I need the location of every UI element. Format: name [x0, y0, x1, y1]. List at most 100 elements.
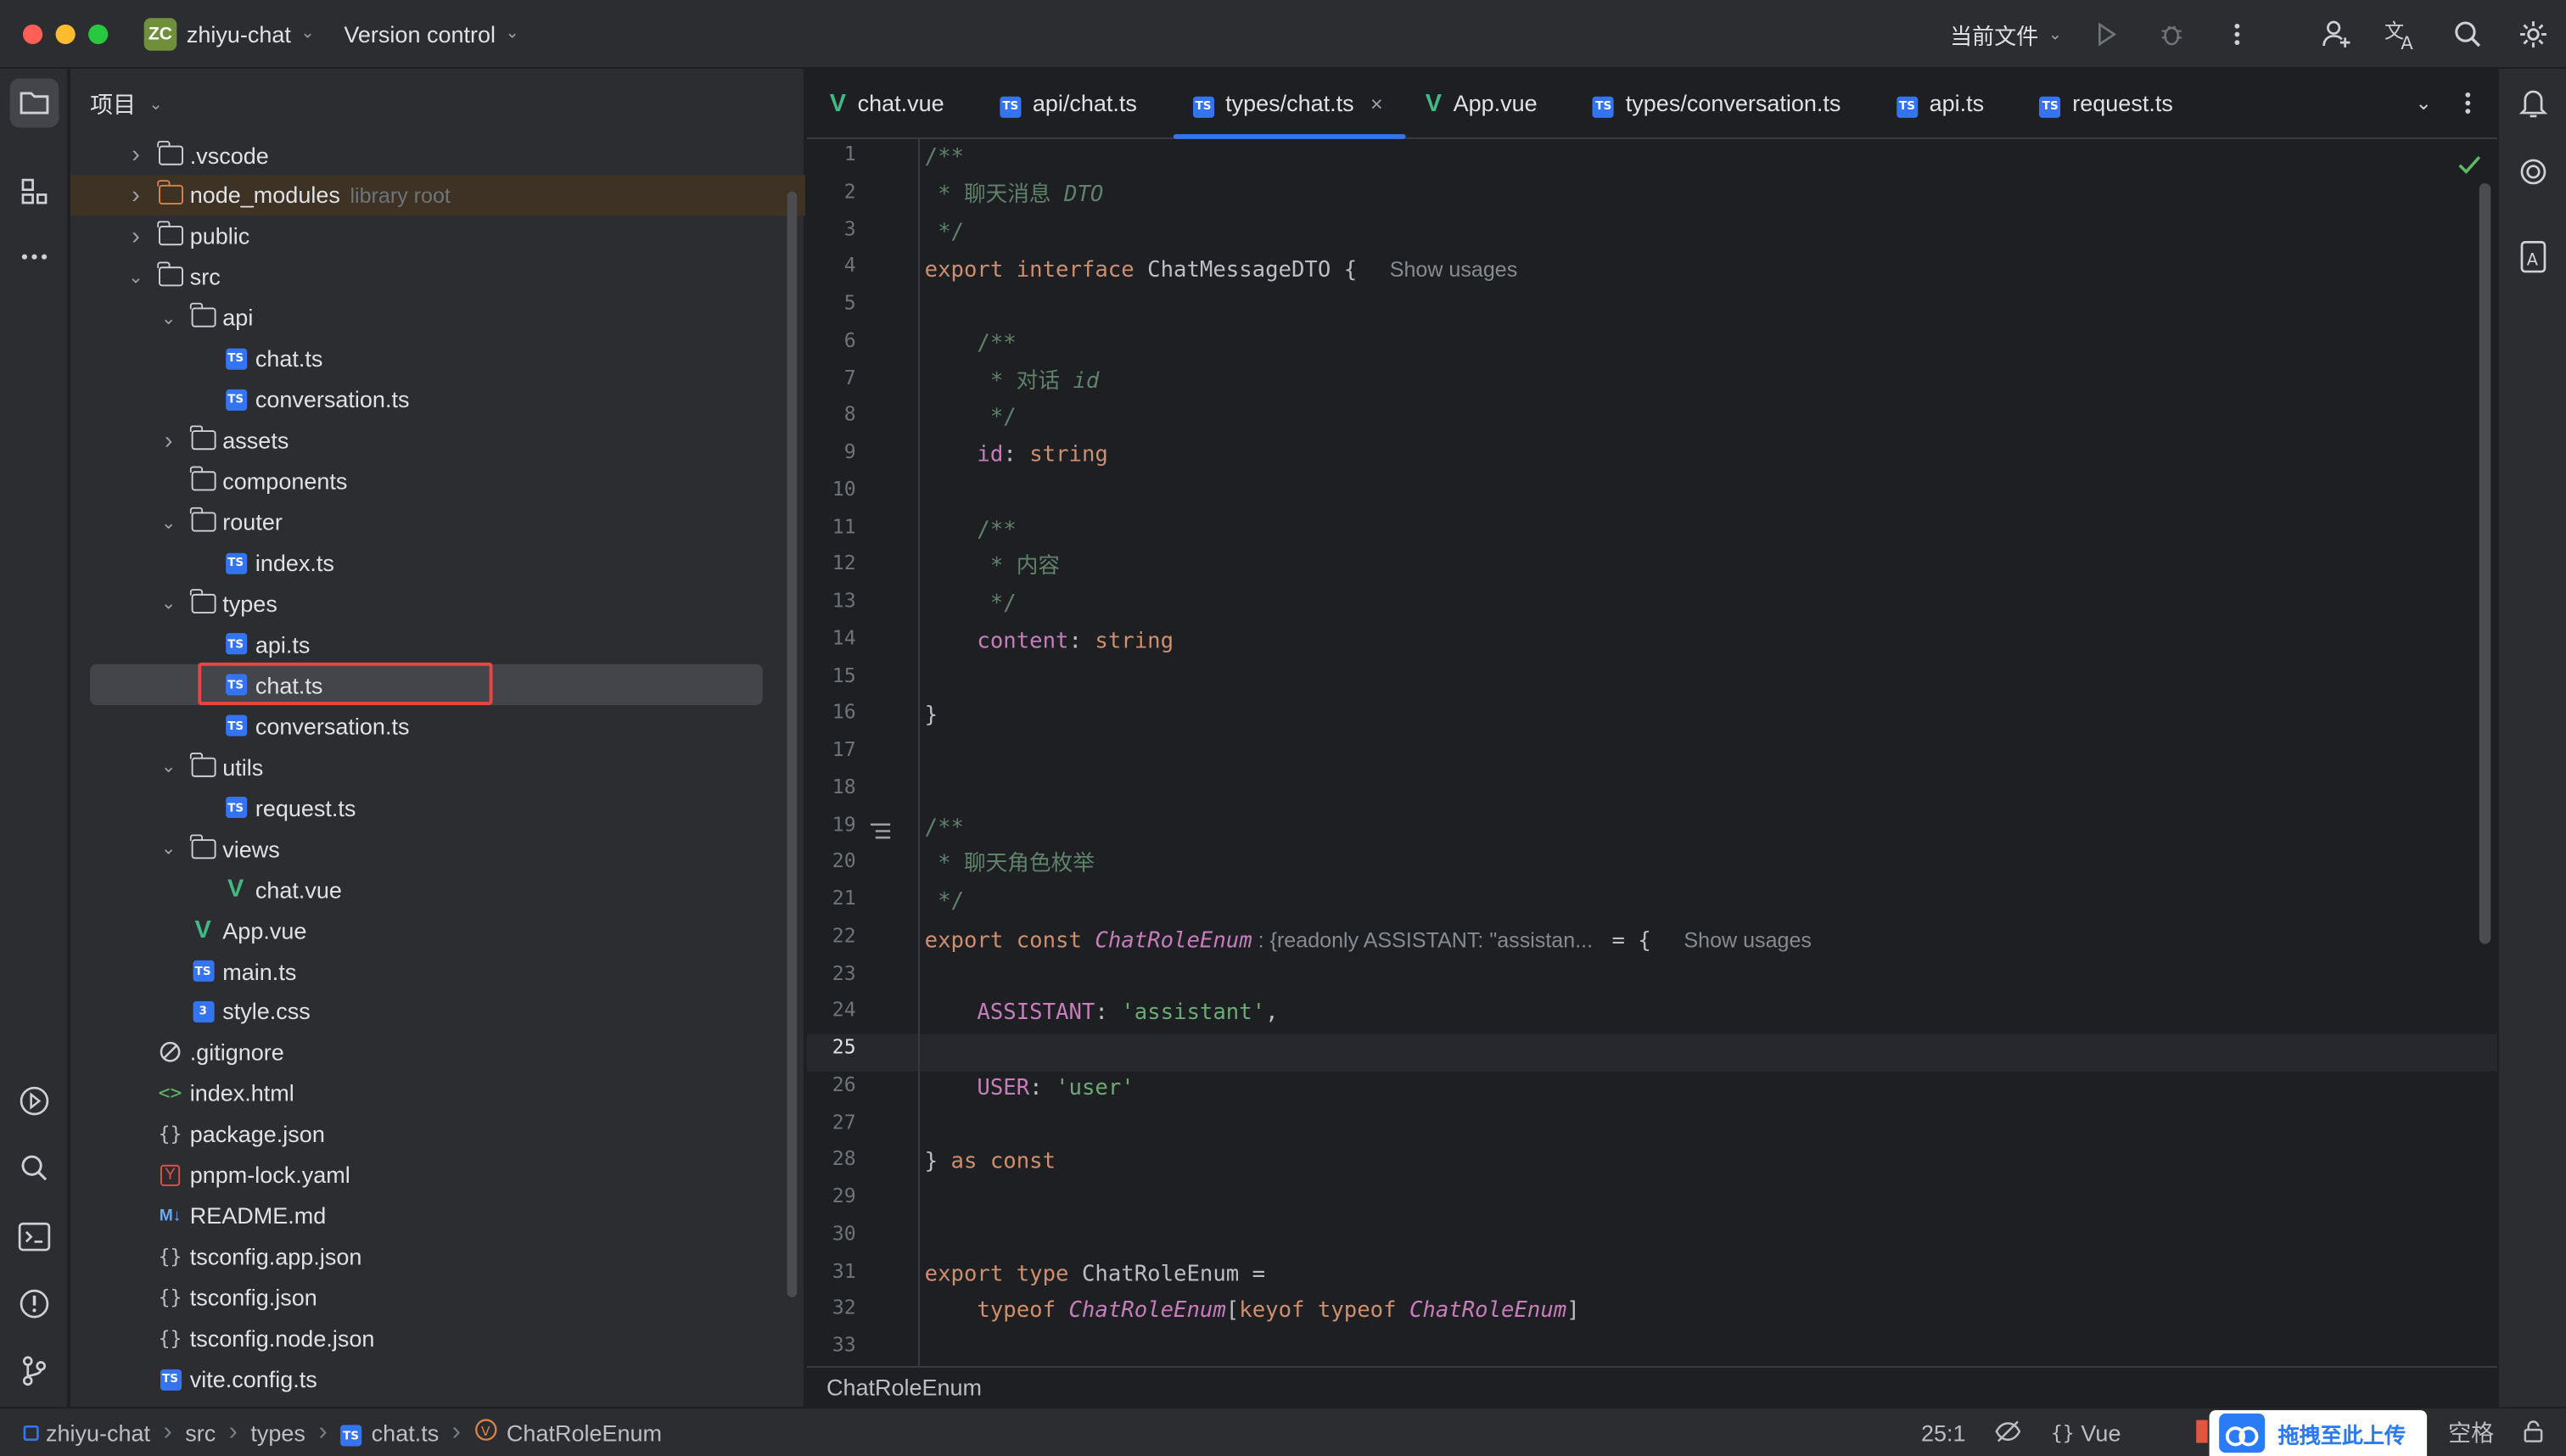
chevron-down-icon[interactable]: ⌄ [149, 96, 163, 114]
code-breadcrumb[interactable]: ChatRoleEnum [806, 1365, 2498, 1407]
status-path-item[interactable]: ChatRoleEnum [507, 1420, 662, 1446]
code-line[interactable]: USER: 'user' [925, 1069, 1134, 1106]
maximize-window-button[interactable] [88, 23, 109, 44]
run-icon[interactable] [2088, 16, 2124, 52]
tree-item[interactable]: TS main.ts [70, 950, 805, 991]
code-line[interactable]: * 内容 [925, 548, 1060, 585]
tree-item[interactable]: 3 style.css [70, 991, 805, 1032]
indent-setting[interactable]: 空格 [2448, 1417, 2494, 1450]
notifications-bell-icon[interactable] [2509, 79, 2558, 128]
tree-item[interactable]: ⌄ types [70, 583, 805, 624]
tree-item[interactable]: ⌄ views [70, 828, 805, 869]
minimize-window-button[interactable] [55, 23, 76, 44]
chevron-down-icon[interactable]: ⌄ [157, 837, 180, 859]
ai-assistant-icon[interactable] [2509, 148, 2558, 197]
git-branch-icon[interactable] [10, 1347, 59, 1396]
chevron-down-icon[interactable]: ⌄ [301, 25, 315, 42]
add-user-icon[interactable] [2319, 16, 2355, 52]
translation-panel-icon[interactable]: A [2509, 232, 2558, 282]
tree-item[interactable]: TS chat.ts [70, 339, 805, 379]
project-badge[interactable]: ZC [143, 17, 177, 50]
close-icon[interactable]: × [1370, 91, 1383, 115]
chevron-right-icon[interactable]: › [157, 427, 180, 455]
search-everywhere-icon[interactable] [10, 1144, 59, 1193]
close-window-button[interactable] [23, 23, 43, 44]
upload-drop-widget[interactable]: 拖拽至此上传 [2209, 1410, 2428, 1456]
tree-item[interactable]: › .vscode [70, 134, 805, 175]
show-usages-link[interactable]: Show usages [1390, 257, 1518, 282]
read-only-lock-icon[interactable] [2524, 1420, 2543, 1448]
tree-item[interactable]: {} tsconfig.json [70, 1277, 805, 1318]
tree-item[interactable]: › node_modules library root [70, 175, 805, 216]
editor-scrollbar[interactable] [2479, 182, 2491, 944]
show-usages-link[interactable]: Show usages [1684, 927, 1812, 952]
code-line[interactable]: * 聊天消息 DTO [925, 176, 1103, 214]
chevron-right-icon[interactable]: › [125, 182, 148, 210]
tree-item[interactable]: V App.vue [70, 910, 805, 950]
code-line[interactable]: */ [925, 214, 964, 251]
tree-item[interactable]: TS request.ts [70, 787, 805, 828]
chevron-down-icon[interactable]: ⌄ [157, 593, 180, 614]
status-path-item[interactable]: src [185, 1420, 216, 1446]
code-line[interactable]: /** [925, 325, 1016, 362]
cursor-position[interactable]: 25:1 [1921, 1420, 1966, 1447]
status-path-item[interactable]: zhiyu-chat [46, 1420, 150, 1446]
tree-item[interactable]: TS api.ts [70, 624, 805, 664]
tree-item[interactable]: Ypnpm-lock.yaml [70, 1155, 805, 1196]
services-icon[interactable] [10, 1077, 59, 1126]
problems-icon[interactable] [10, 1280, 59, 1329]
debug-icon[interactable] [2154, 16, 2189, 52]
code-line[interactable]: /** [925, 512, 1016, 549]
code-line[interactable]: export const ChatRoleEnum : {readonly AS… [925, 921, 1812, 958]
code-line[interactable]: * 对话 id [925, 362, 1100, 400]
version-control-menu[interactable]: Version control [344, 20, 496, 47]
chevron-down-icon[interactable]: ⌄ [506, 25, 519, 42]
tree-item[interactable]: .gitignore [70, 1032, 805, 1072]
chevron-down-icon[interactable]: ⌄ [157, 307, 180, 328]
tree-item[interactable]: TS index.ts [70, 542, 805, 583]
chevron-down-icon[interactable]: ⌄ [125, 266, 148, 288]
search-icon[interactable] [2450, 16, 2485, 52]
tree-item[interactable]: components [70, 461, 805, 501]
code-line[interactable]: */ [925, 400, 1017, 437]
code-line[interactable]: */ [925, 883, 964, 921]
code-line[interactable]: /** [925, 809, 964, 846]
tree-item[interactable]: {} tsconfig.node.json [70, 1318, 805, 1358]
tree-item[interactable]: {} tsconfig.app.json [70, 1236, 805, 1277]
code-editor[interactable]: /** * 聊天消息 DTO */ export interface ChatMe… [925, 139, 2463, 1366]
run-config-select[interactable]: 当前文件 [1950, 18, 2038, 51]
editor-tab[interactable]: TS request.ts [2020, 68, 2210, 138]
code-line[interactable]: } as const [925, 1144, 1056, 1181]
chevron-right-icon[interactable]: › [125, 222, 148, 250]
editor-tab[interactable]: TS api.ts [1877, 68, 2020, 138]
code-line[interactable]: */ [925, 585, 1017, 623]
language-mode[interactable]: Vue [2081, 1420, 2121, 1447]
tree-item[interactable]: {} package.json [70, 1114, 805, 1155]
tree-item[interactable]: TS vite.config.ts [70, 1358, 805, 1399]
tree-item[interactable]: › assets [70, 420, 805, 461]
settings-gear-icon[interactable] [2515, 16, 2551, 52]
code-line[interactable]: typeof ChatRoleEnum[keyof typeof ChatRol… [925, 1293, 1579, 1330]
tabs-dropdown-icon[interactable]: ⌄ [2415, 92, 2431, 115]
project-name[interactable]: zhiyu-chat [187, 20, 291, 47]
no-problems-check-icon[interactable] [2458, 154, 2481, 183]
project-panel-header[interactable]: 项目 ⌄ [90, 88, 163, 121]
code-line[interactable]: content: string [925, 623, 1174, 660]
code-line[interactable]: } [925, 697, 938, 735]
editor-tab[interactable]: TS types/conversation.ts [1573, 68, 1877, 138]
tree-item[interactable]: ⌄ router [70, 501, 805, 542]
chevron-down-icon[interactable]: ⌄ [157, 756, 180, 777]
implementation-gutter-icon[interactable] [869, 820, 892, 849]
tree-item[interactable]: Vchat.vue [70, 869, 805, 910]
code-line[interactable]: * 聊天角色枚举 [925, 846, 1095, 883]
code-line[interactable]: export type ChatRoleEnum = [925, 1256, 1265, 1293]
editor-tab[interactable]: TS types/chat.ts × [1173, 68, 1406, 138]
editor-tab[interactable]: Vchat.vue [807, 68, 980, 138]
project-scrollbar[interactable] [787, 191, 798, 1297]
tree-item[interactable]: M↓ README.md [70, 1196, 805, 1236]
tree-item[interactable]: › public [70, 216, 805, 256]
tree-item[interactable]: TS conversation.ts [70, 706, 805, 747]
chevron-right-icon[interactable]: › [125, 141, 148, 169]
tree-item[interactable]: ⌄ src [70, 256, 805, 297]
code-line[interactable]: export interface ChatMessageDTO { Show u… [925, 250, 1518, 288]
